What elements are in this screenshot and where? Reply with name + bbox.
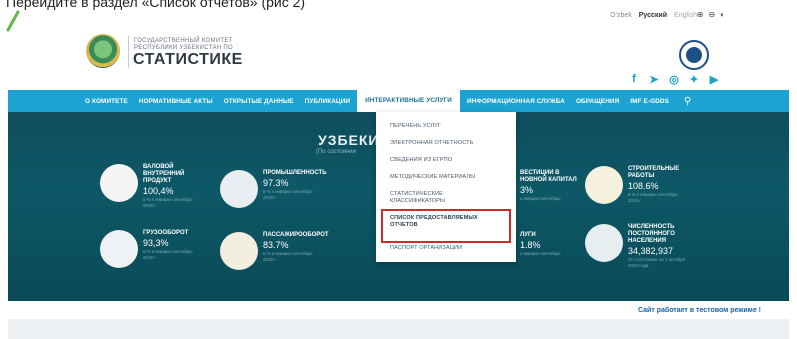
instagram-icon[interactable]: ◎ — [667, 72, 681, 86]
stat-note: к январю-сентябрю — [520, 251, 561, 256]
stat-value: 108.6% — [628, 181, 659, 191]
nav-information-service[interactable]: ИНФОРМАЦИОННАЯ СЛУЖБА — [467, 98, 565, 105]
stat-note: в % к январю-сентябрю 2019 г. — [263, 251, 313, 262]
stat-name: ЛУГИ — [520, 232, 536, 238]
accessibility-tools: ⊕ ⊖ ◐ — [697, 10, 725, 19]
stat-value: 93,3% — [143, 238, 169, 248]
stat-name: ПРОМЫШЛЕННОСТЬ — [263, 170, 327, 176]
national-statistics-emblem[interactable] — [679, 40, 709, 70]
nav-publications[interactable]: ПУБЛИКАЦИИ — [305, 98, 350, 105]
zoom-in-icon[interactable]: ⊕ — [697, 10, 704, 19]
menu-item-egrpo-info[interactable]: СВЕДЕНИЯ ИЗ ЕГРПО — [390, 157, 452, 164]
stat-name: ЧИСЛЕННОСТЬ ПОСТОЯННОГО НАСЕЛЕНИЯ — [628, 224, 675, 244]
twitter-icon[interactable]: ✦ — [687, 72, 701, 86]
crane-icon — [585, 166, 623, 204]
stat-population[interactable]: ЧИСЛЕННОСТЬ ПОСТОЯННОГО НАСЕЛЕНИЯ 34,382… — [585, 224, 685, 268]
stat-name: ВАЛОВОЙ ВНУТРЕННИЙ ПРОДУКТ — [143, 164, 185, 184]
nav-normative-acts[interactable]: НОРМАТИВНЫЕ АКТЫ — [139, 98, 213, 105]
contrast-icon[interactable]: ◐ — [720, 10, 725, 19]
hero-subtitle: (По состоянии — [316, 149, 357, 155]
green-marker-icon — [6, 10, 20, 32]
social-links: f ➤ ◎ ✦ ▶ — [627, 72, 721, 86]
stat-name: СТРОИТЕЛЬНЫЕ РАБОТЫ — [628, 166, 680, 179]
stat-gdp[interactable]: ВАЛОВОЙ ВНУТРЕННИЙ ПРОДУКТ 100,4% в % к … — [100, 164, 192, 208]
gdp-chart-icon — [100, 164, 138, 202]
bottom-band — [8, 319, 789, 339]
stat-note: к январю-сентябрю — [520, 196, 561, 201]
stat-name: ВЕСТИЦИИ В НОВНОЙ КАПИТАЛ — [520, 170, 577, 183]
main-nav: О КОМИТЕТЕ НОРМАТИВНЫЕ АКТЫ ОТКРЫТЫЕ ДАН… — [8, 90, 789, 112]
menu-item-electronic-reporting[interactable]: ЭЛЕКТРОННАЯ ОТЧЕТНОСТЬ — [390, 140, 473, 147]
stat-name: ГРУЗООБОРОТ — [143, 230, 189, 236]
stat-note: По состоянию на 1 октября 2020 года — [628, 257, 686, 268]
menu-item-classifiers[interactable]: СТАТИСТИЧЕСКИЕ КЛАССИФИКАТОРЫ — [390, 191, 470, 205]
stat-note: в % к январю-сентябрю 2019 г. — [263, 189, 313, 200]
lang-uzbek[interactable]: O'zbek — [610, 12, 632, 19]
stat-value: 100,4% — [143, 186, 174, 196]
document-caption: Перейдите в раздел «Список отчетов» (рис… — [6, 0, 306, 10]
nav-appeals[interactable]: ОБРАЩЕНИЯ — [576, 98, 619, 105]
facebook-icon[interactable]: f — [627, 72, 641, 86]
stat-freight[interactable]: ГРУЗООБОРОТ 93,3% в % к январю-сентябрю … — [100, 230, 192, 268]
menu-item-services-list[interactable]: ПЕРЕЧЕНЬ УСЛУГ — [390, 123, 441, 130]
stat-value: 3% — [520, 185, 534, 195]
zoom-out-icon[interactable]: ⊖ — [708, 10, 715, 19]
language-switcher: O'zbek Русский English — [610, 12, 697, 19]
header-divider — [128, 36, 129, 68]
highlight-box — [381, 209, 511, 243]
state-emblem-logo[interactable] — [86, 34, 120, 68]
bus-icon — [220, 232, 258, 270]
stat-construction[interactable]: СТРОИТЕЛЬНЫЕ РАБОТЫ 108.6% в % к январю-… — [585, 166, 679, 204]
youtube-icon[interactable]: ▶ — [707, 72, 721, 86]
stat-name: ПАССАЖИРООБОРОТ — [263, 232, 329, 238]
stat-passenger[interactable]: ПАССАЖИРООБОРОТ 83.7% в % к январю-сентя… — [220, 232, 329, 270]
stat-note: в % к январю-сентябрю 2019 г. — [628, 192, 678, 203]
interactive-services-dropdown: ПЕРЕЧЕНЬ УСЛУГ ЭЛЕКТРОННАЯ ОТЧЕТНОСТЬ СВ… — [376, 112, 516, 262]
stat-value: 83.7% — [263, 240, 289, 250]
stat-note: в % к январю-сентябрю 2019 г. — [143, 249, 193, 260]
org-title[interactable]: СТАТИСТИКЕ — [133, 51, 243, 69]
menu-item-methodological-materials[interactable]: МЕТОДИЧЕСКИЕ МАТЕРИАЛЫ — [390, 174, 475, 181]
hero-title: УЗБЕКИ — [318, 132, 380, 148]
stat-value: 34,382,937 — [628, 246, 674, 256]
test-mode-notice: Сайт работает в тестовом режиме ! — [638, 307, 761, 314]
population-icon — [585, 224, 623, 262]
lang-russian[interactable]: Русский — [639, 12, 667, 19]
lang-english[interactable]: English — [674, 12, 697, 19]
truck-icon — [100, 230, 138, 268]
nav-interactive-services[interactable]: ИНТЕРАКТИВНЫЕ УСЛУГИ — [357, 90, 460, 112]
search-icon[interactable]: ⚲ — [684, 96, 691, 107]
menu-item-organization-passport[interactable]: ПАСПОРТ ОРГАНИЗАЦИИ — [390, 245, 462, 252]
stat-value: 97.3% — [263, 178, 289, 188]
org-name-line1: ГОСУДАРСТВЕННЫЙ КОМИТЕТ — [134, 38, 233, 44]
nav-about[interactable]: О КОМИТЕТЕ — [85, 98, 128, 105]
stat-industry[interactable]: ПРОМЫШЛЕННОСТЬ 97.3% в % к январю-сентяб… — [220, 170, 327, 208]
stat-value: 1.8% — [520, 240, 541, 250]
nav-open-data[interactable]: ОТКРЫТЫЕ ДАННЫЕ — [224, 98, 294, 105]
telegram-icon[interactable]: ➤ — [647, 72, 661, 86]
stat-note: в % к январю-сентябрю 2019 г. — [143, 197, 193, 208]
nav-imf-egdds[interactable]: IMF E-GDDS — [630, 98, 669, 105]
factory-icon — [220, 170, 258, 208]
page: Перейдите в раздел «Список отчетов» (рис… — [0, 0, 797, 339]
